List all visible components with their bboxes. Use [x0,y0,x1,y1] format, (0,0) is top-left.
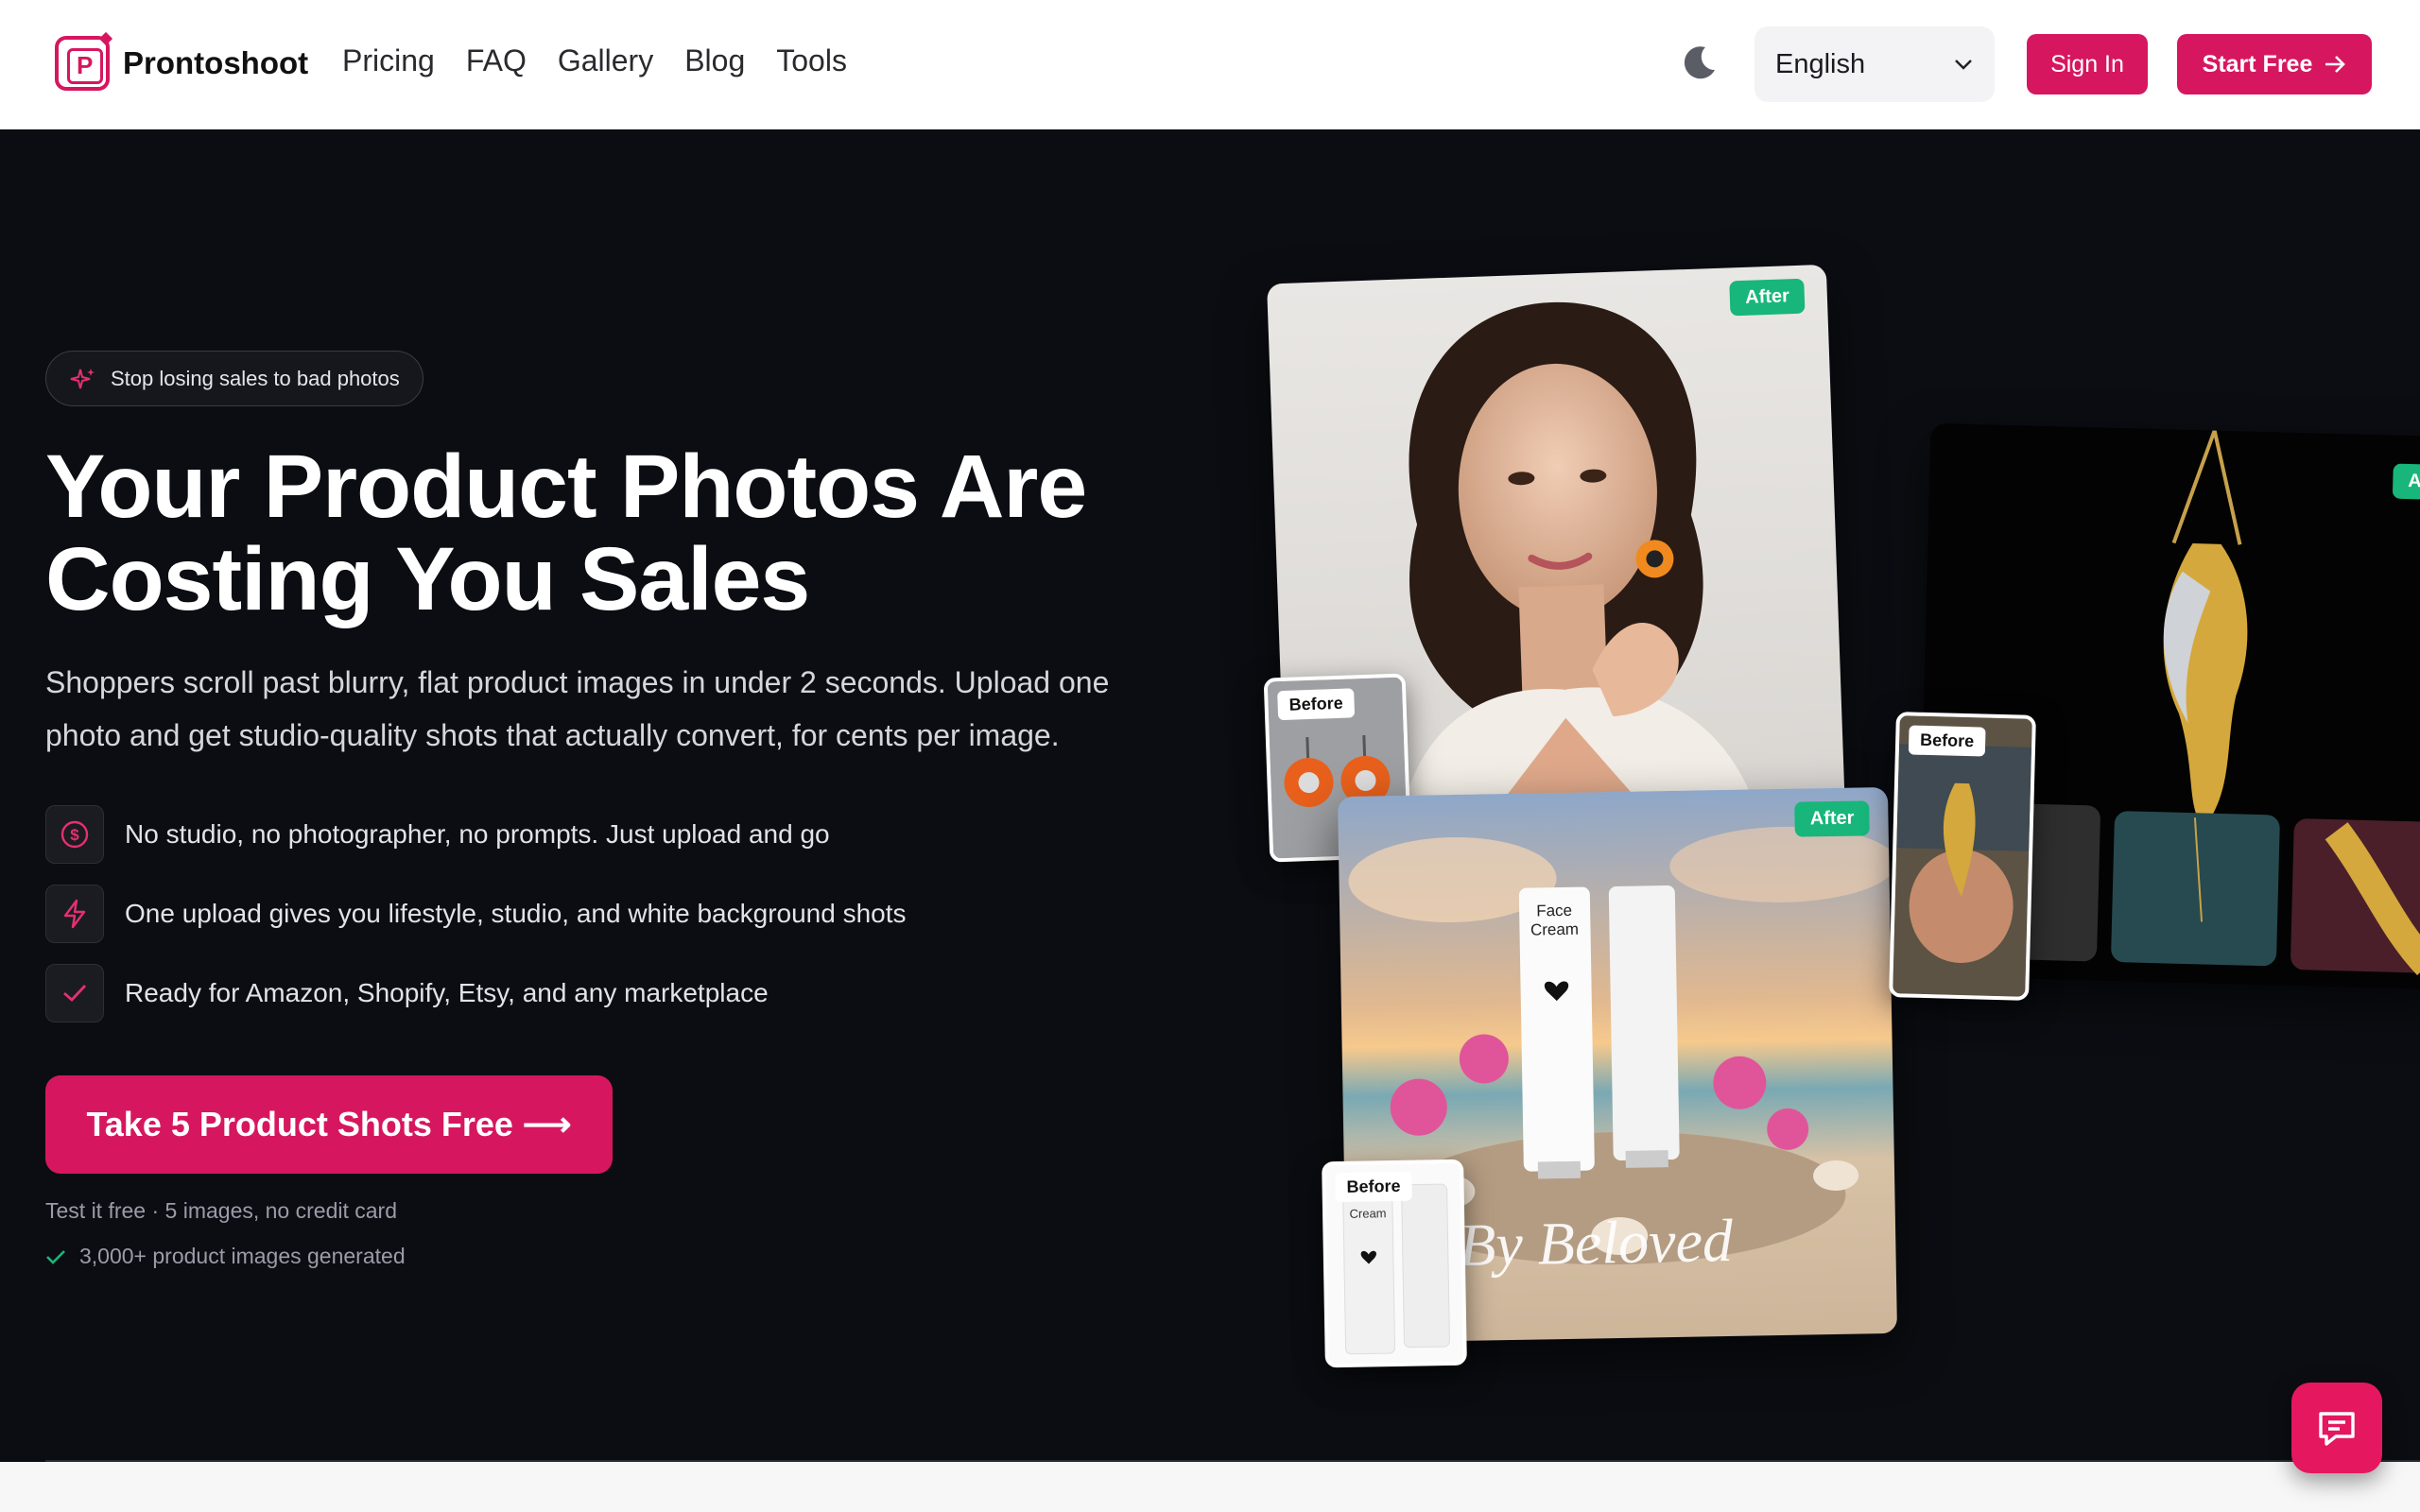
arrow-right-icon [2325,56,2346,73]
feature-text: One upload gives you lifestyle, studio, … [125,899,907,928]
chevron-down-icon [1955,60,1972,70]
check-icon [45,964,104,1022]
before-thumbnail-cream: Cream Before [1322,1159,1467,1368]
after-tag-cut: Af [2392,463,2420,500]
watermark-text: By Beloved [1458,1206,1734,1279]
small-product-label: Cream [1349,1206,1386,1221]
logo-icon: P [55,31,113,91]
top-navbar: P Prontoshoot Pricing FAQ Gallery Blog T… [0,0,2420,129]
feature-item: One upload gives you lifestyle, studio, … [45,885,907,943]
before-tag: Before [1277,688,1356,721]
nav-link-gallery[interactable]: Gallery [558,43,653,78]
after-tag: After [1794,800,1870,837]
feature-item: $ No studio, no photographer, no prompts… [45,805,830,864]
start-free-button[interactable]: Start Free [2177,34,2372,94]
sign-in-button[interactable]: Sign In [2027,34,2148,94]
svg-text:$: $ [70,826,79,844]
start-free-label: Start Free [2202,50,2313,77]
hero-badge-text: Stop losing sales to bad photos [111,366,400,390]
chat-icon [2319,1412,2355,1446]
hero-subheadline: Shoppers scroll past blurry, flat produc… [45,665,1110,752]
nav-link-tools[interactable]: Tools [776,43,847,78]
before-tag: Before [1908,725,1986,757]
product-title-text: Face [1536,902,1572,920]
language-select[interactable]: English [1754,26,1995,102]
before-tag: Before [1335,1171,1412,1203]
feature-text: No studio, no photographer, no prompts. … [125,819,830,849]
check-icon [46,1249,65,1264]
take-free-shots-button[interactable]: Take 5 Product Shots Free ⟶ [45,1075,613,1174]
social-proof: 3,000+ product images generated [45,1244,406,1269]
next-section-preview [0,1462,2420,1512]
brand-logo[interactable]: P Prontoshoot [55,31,309,91]
language-value: English [1775,48,1866,79]
brand-name: Prontoshoot [123,45,309,80]
nav-links: Pricing FAQ Gallery Blog Tools [342,43,847,78]
svg-text:Cream: Cream [1530,920,1579,939]
nav-link-pricing[interactable]: Pricing [342,43,435,78]
social-proof-text: 3,000+ product images generated [79,1244,406,1268]
free-trial-note: Test it free · 5 images, no credit card [45,1198,397,1223]
feature-item: Ready for Amazon, Shopify, Etsy, and any… [45,964,769,1022]
nav-link-blog[interactable]: Blog [684,43,745,78]
dark-mode-toggle-icon[interactable] [1681,43,1719,81]
feature-text: Ready for Amazon, Shopify, Etsy, and any… [125,978,769,1007]
hero-headline: Your Product Photos Are Costing You Sale… [45,437,1087,629]
chat-widget-button[interactable] [2291,1383,2382,1473]
hero-badge: Stop losing sales to bad photos [45,351,424,406]
dollar-circle-icon: $ [45,805,104,864]
sparkles-icon [70,369,95,389]
lightning-icon [45,885,104,943]
nav-link-faq[interactable]: FAQ [466,43,527,78]
before-thumbnail-pendant: Before [1889,712,2036,1001]
after-tag: After [1729,278,1806,317]
